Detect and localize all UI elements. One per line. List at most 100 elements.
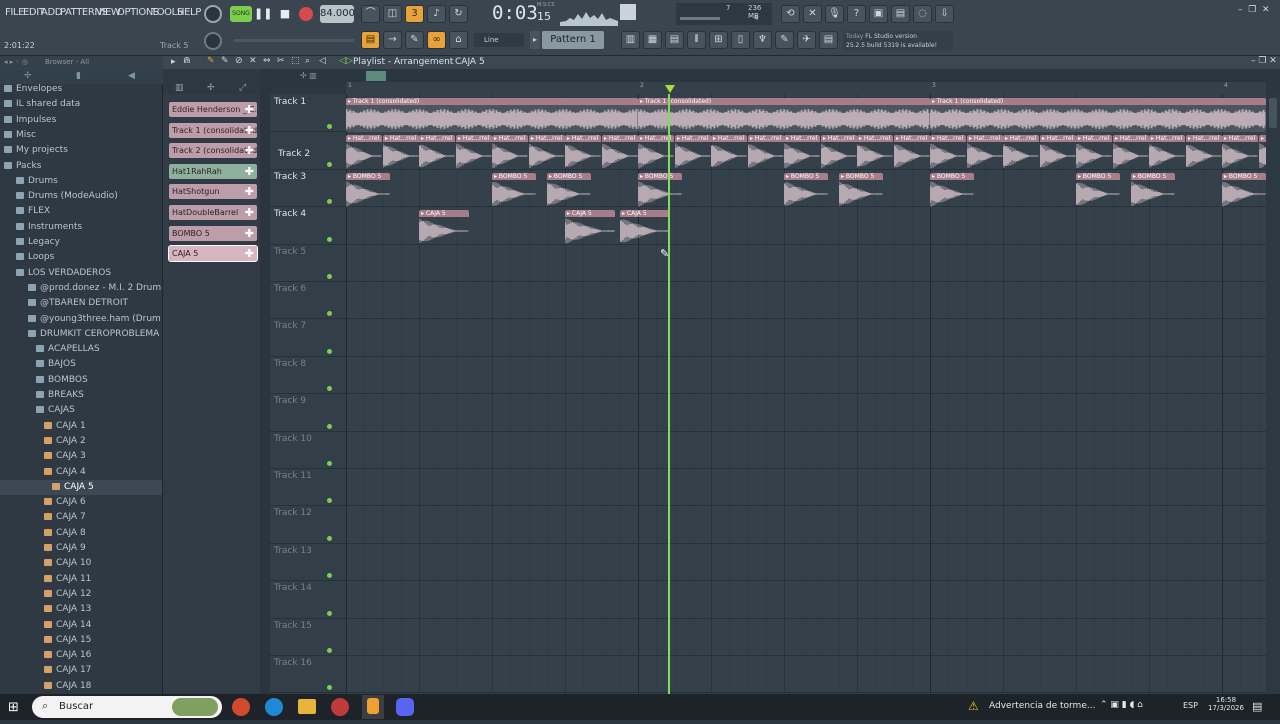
- browser-item[interactable]: Instruments: [0, 220, 82, 235]
- audio-clip[interactable]: ▸ Hat...rrel: [602, 135, 638, 169]
- browser-item[interactable]: CAJA 2: [0, 434, 86, 449]
- browser-item[interactable]: CAJA 16: [0, 648, 91, 663]
- browser-item[interactable]: Packs: [0, 159, 41, 174]
- channel-item[interactable]: Track 1 (consolidated)✚: [169, 123, 257, 138]
- audio-clip[interactable]: ▸ BOMBO 5: [839, 173, 883, 207]
- playlist-window-icon[interactable]: ▥: [621, 31, 640, 49]
- browser-item[interactable]: @prod.donez - M.I. 2 Drum Kit: [0, 281, 176, 296]
- menu-help[interactable]: HELP: [177, 7, 201, 18]
- metronome-icon[interactable]: ⌒: [361, 5, 380, 23]
- horizontal-scrollbar-thumb[interactable]: [366, 71, 386, 81]
- audio-clip[interactable]: ▸ Hat...rrel: [1186, 135, 1222, 169]
- channel-item[interactable]: Hat1RahRah✚: [169, 164, 257, 179]
- track-mute-led[interactable]: [327, 685, 332, 690]
- link-icon[interactable]: ∞: [427, 31, 446, 49]
- picker-patterns-icon[interactable]: ▥: [175, 83, 184, 93]
- patcher-icon[interactable]: ⊞: [709, 31, 728, 49]
- audio-clip[interactable]: ▸ Track 1 (consolidated): [930, 98, 1266, 132]
- audio-clip[interactable]: ▸ Hat...rrel: [1259, 135, 1266, 169]
- browser-item[interactable]: CAJA 17: [0, 663, 91, 678]
- song-mode-toggle[interactable]: SONG: [230, 6, 252, 22]
- track-header[interactable]: Track 2: [274, 134, 338, 171]
- windows-start-icon[interactable]: ⊞: [8, 700, 19, 715]
- file-explorer-icon[interactable]: [298, 699, 316, 714]
- audio-clip[interactable]: ▸ CAJA 5: [419, 210, 469, 244]
- add-channel-icon[interactable]: ✚: [245, 246, 254, 261]
- playback-tool-icon[interactable]: ◁: [319, 56, 326, 66]
- tray-icons[interactable]: ⌃ ▣ ▮ ◖ ⌂: [1100, 700, 1143, 710]
- browser-nav-icons[interactable]: ◂ ▸ ◦ ◎: [4, 58, 28, 66]
- news-icon[interactable]: ▤: [819, 31, 838, 49]
- browser-item[interactable]: CAJA 1: [0, 419, 86, 434]
- fl-studio-taskbar-button[interactable]: [362, 695, 384, 719]
- audio-clip[interactable]: ▸ CAJA 5: [565, 210, 615, 244]
- browser-item[interactable]: CAJAS: [0, 403, 75, 418]
- track-mute-led[interactable]: [327, 162, 332, 167]
- add-channel-icon[interactable]: ✚: [245, 143, 254, 158]
- track-header[interactable]: Track 15: [274, 621, 338, 658]
- language-indicator[interactable]: ESP: [1183, 701, 1198, 710]
- master-pitch-knob[interactable]: [204, 32, 222, 50]
- chrome-icon[interactable]: [331, 698, 349, 716]
- tuner-icon[interactable]: ✎: [775, 31, 794, 49]
- track-header[interactable]: Track 12: [274, 508, 338, 545]
- playlist-menu-icon[interactable]: ▸: [171, 57, 176, 67]
- audio-clip[interactable]: ▸ Hat...rrel: [419, 135, 455, 169]
- browser-item[interactable]: CAJA 13: [0, 602, 91, 617]
- track-header[interactable]: Track 10: [274, 434, 338, 471]
- browser-item[interactable]: CAJA 9: [0, 541, 86, 556]
- browser-item[interactable]: Loops: [0, 250, 54, 265]
- audio-clip[interactable]: ▸ Hat...rrel: [711, 135, 747, 169]
- track-header[interactable]: Track 14: [274, 583, 338, 620]
- browser-item[interactable]: CAJA 7: [0, 510, 86, 525]
- audio-clip[interactable]: ▸ Hat...rrel: [748, 135, 784, 169]
- delete-tool-icon[interactable]: ⊘: [235, 56, 243, 66]
- track-mute-led[interactable]: [327, 648, 332, 653]
- browser-item[interactable]: CAJA 11: [0, 572, 91, 587]
- audio-clip[interactable]: ▸ Hat...rrel: [821, 135, 857, 169]
- browser-item[interactable]: DRUMKIT CEROPROBLEMA: [0, 327, 159, 342]
- vertical-scrollbar[interactable]: [1266, 94, 1280, 694]
- stop-icon[interactable]: ■: [276, 5, 294, 23]
- playlist-toggle-icon[interactable]: ▤: [361, 31, 380, 49]
- pencil-tool-icon[interactable]: ✎: [207, 56, 215, 66]
- browser-item[interactable]: Envelopes: [0, 82, 62, 97]
- browser-item[interactable]: Drums: [0, 174, 58, 189]
- track-header[interactable]: Track 3: [274, 172, 338, 209]
- microphone-icon[interactable]: 🎙: [825, 5, 844, 23]
- browser-speaker-icon[interactable]: ◀: [128, 71, 135, 81]
- track-mute-led[interactable]: [327, 124, 332, 129]
- channel-rack-icon[interactable]: ▤: [665, 31, 684, 49]
- touch-keyboard-icon[interactable]: ✈: [797, 31, 816, 49]
- weather-text[interactable]: Advertencia de torme...: [989, 701, 1095, 711]
- browser-item[interactable]: Impulses: [0, 113, 56, 128]
- vertical-scrollbar-thumb[interactable]: [1269, 98, 1277, 128]
- track-mute-led[interactable]: [327, 311, 332, 316]
- track-mute-led[interactable]: [327, 199, 332, 204]
- audio-clip[interactable]: ▸ BOMBO 5: [492, 173, 536, 207]
- slice-tool-icon[interactable]: ✂: [277, 56, 285, 66]
- channel-item[interactable]: BOMBO 5✚: [169, 226, 257, 241]
- add-channel-icon[interactable]: ✚: [245, 102, 254, 117]
- browser-item[interactable]: CAJA 15: [0, 633, 91, 648]
- audio-clip[interactable]: ▸ Hat...rrel: [1003, 135, 1039, 169]
- browser-item[interactable]: CAJA 3: [0, 449, 86, 464]
- picker-resize-icon[interactable]: ⤢: [239, 83, 246, 93]
- add-channel-icon[interactable]: ✚: [245, 123, 254, 138]
- track-header[interactable]: Track 7: [274, 321, 338, 358]
- audio-clip[interactable]: ▸ Hat...rrel: [383, 135, 419, 169]
- playhead-line[interactable]: [668, 94, 670, 694]
- audio-clip[interactable]: ▸ Track 1 (consolidated): [638, 98, 930, 132]
- picker-move-icon[interactable]: ✢: [207, 83, 215, 93]
- plugin-picker-icon[interactable]: ♆: [753, 31, 772, 49]
- loop-record-icon[interactable]: ↻: [449, 5, 468, 23]
- channel-item[interactable]: CAJA 5✚: [169, 246, 257, 261]
- mixer-window-icon[interactable]: ⫴: [687, 31, 706, 49]
- master-volume-knob[interactable]: [204, 5, 222, 23]
- audio-clip[interactable]: ▸ BOMBO 5: [346, 173, 390, 207]
- arrow-right-icon[interactable]: →: [383, 31, 402, 49]
- playlist-grid[interactable]: ▸ Track 1 (consolidated)▸ Track 1 (conso…: [346, 94, 1266, 694]
- browser-item[interactable]: Drums (ModeAudio): [0, 189, 118, 204]
- magnet-icon[interactable]: ⋒: [183, 56, 191, 66]
- track-mute-led[interactable]: [327, 386, 332, 391]
